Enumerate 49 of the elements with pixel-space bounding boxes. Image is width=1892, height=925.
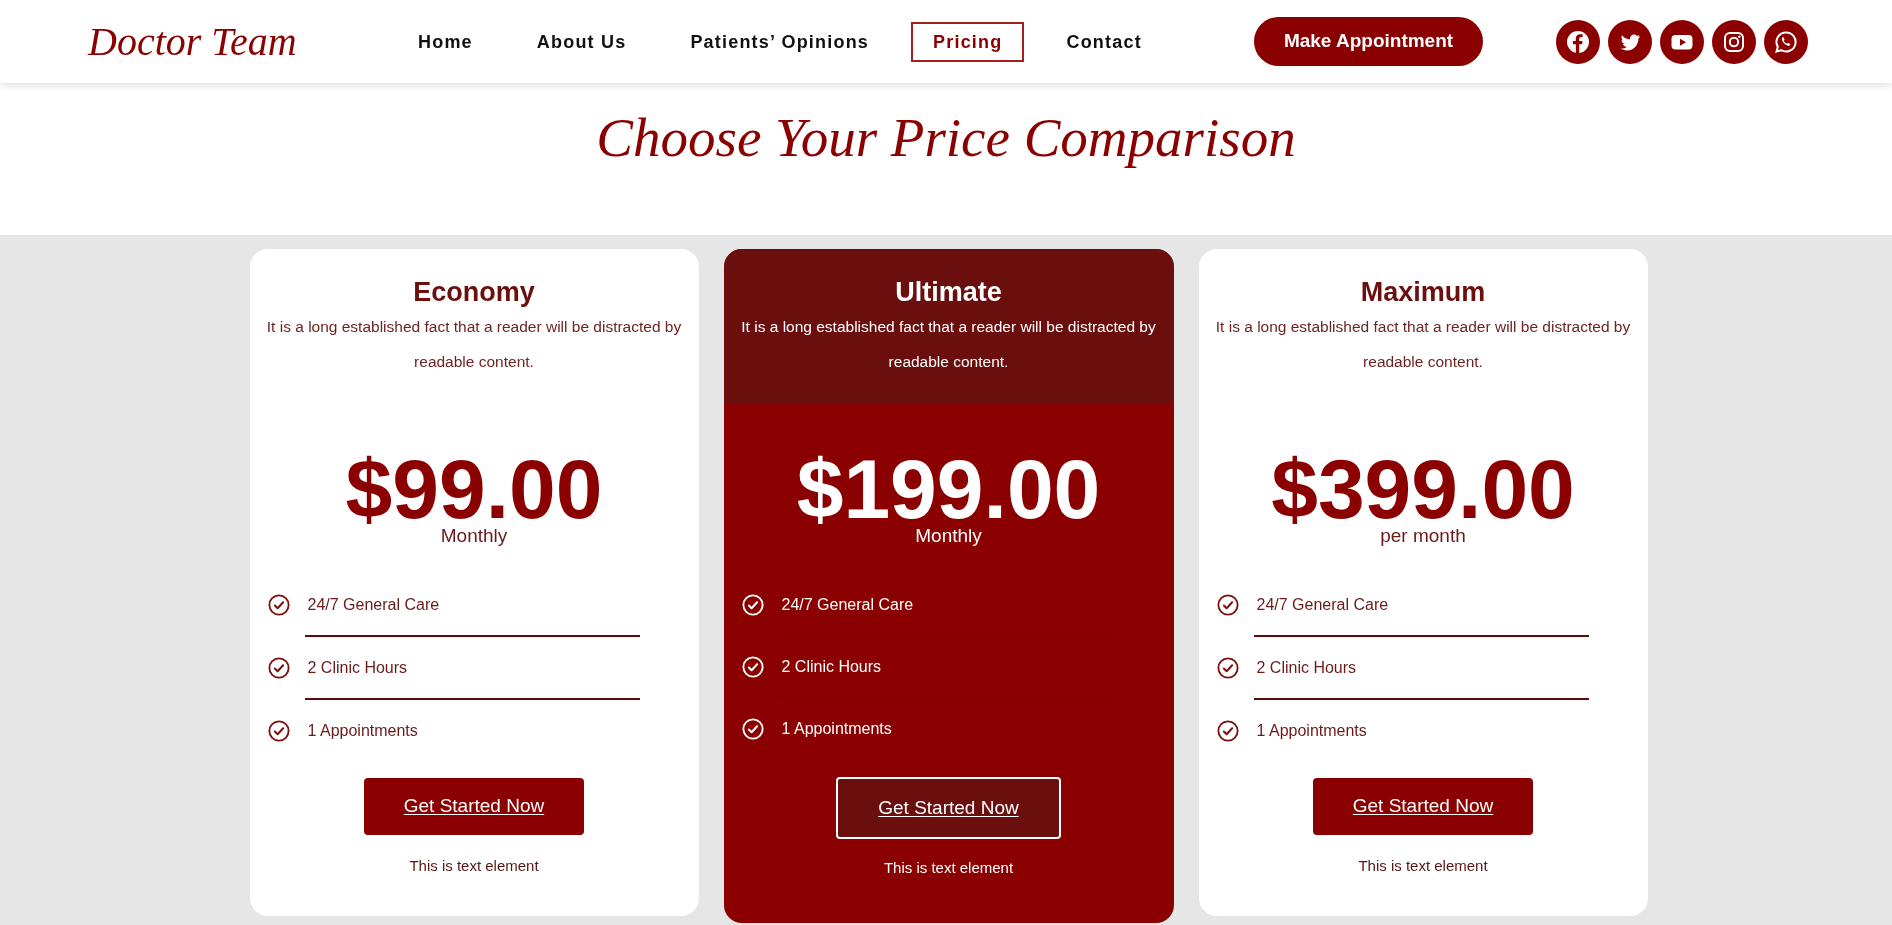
nav-link[interactable]: Patients’ Opinions: [668, 21, 892, 62]
feature-text: 2 Clinic Hours: [1256, 657, 1357, 678]
plan-name: Maximum: [1360, 276, 1486, 309]
feature-text: 1 Appointments: [307, 720, 418, 741]
check-circle-icon: [1216, 719, 1239, 742]
feature-text: 1 Appointments: [1256, 720, 1367, 741]
check-circle-icon: [741, 655, 764, 678]
nav-link[interactable]: Pricing: [911, 21, 1025, 62]
plan-price: $199.00: [796, 453, 1101, 525]
feature-text: 2 Clinic Hours: [781, 656, 882, 677]
check-circle-icon: [741, 593, 764, 616]
make-appointment-button[interactable]: Make Appointment: [1254, 17, 1483, 66]
check-circle-icon: [267, 656, 290, 679]
logo[interactable]: Doctor Team: [88, 18, 297, 65]
nav-link[interactable]: Home: [396, 21, 495, 62]
camera-icon[interactable]: [1712, 19, 1756, 64]
plan-note: This is text element: [1358, 856, 1488, 876]
bird-icon[interactable]: [1608, 19, 1652, 64]
play-button-icon[interactable]: [1660, 19, 1704, 64]
page-heading: Choose Your Price Comparison: [596, 106, 1296, 170]
get-started-button[interactable]: Get Started Now: [1313, 778, 1533, 835]
check-circle-icon: [1216, 656, 1239, 679]
nav-link[interactable]: About Us: [514, 21, 649, 62]
price-period: Monthly: [915, 527, 982, 545]
check-circle-icon: [1216, 593, 1239, 616]
feature-text: 24/7 General Care: [307, 594, 440, 615]
feature-text: 2 Clinic Hours: [307, 657, 408, 678]
plan-name: Ultimate: [895, 276, 1002, 309]
price-period: Monthly: [440, 527, 508, 545]
plan-price: $99.00: [345, 453, 603, 525]
facebook-icon[interactable]: [1556, 19, 1600, 64]
plan-price: $399.00: [1271, 453, 1575, 525]
price-period: per month: [1380, 527, 1466, 545]
plan-name: Economy: [413, 276, 535, 309]
plan-description: It is a long established fact that a reader will be distracted by readable content.: [265, 317, 683, 372]
nav-link[interactable]: Contact: [1044, 21, 1164, 62]
feature-text: 24/7 General Care: [781, 594, 914, 615]
chat-phone-icon[interactable]: [1764, 19, 1808, 64]
feature-text: 24/7 General Care: [1256, 594, 1389, 615]
plan-description: It is a long established fact that a reader will be distracted by readable content.: [740, 317, 1157, 372]
feature-text: 1 Appointments: [781, 718, 892, 739]
get-started-button[interactable]: Get Started Now: [836, 777, 1061, 839]
plan-note: This is text element: [409, 856, 539, 876]
plan-description: It is a long established fact that a reader will be distracted by readable content.: [1214, 317, 1632, 372]
check-circle-icon: [267, 593, 290, 616]
check-circle-icon: [741, 717, 764, 740]
check-circle-icon: [267, 719, 290, 742]
plan-note: This is text element: [883, 858, 1014, 878]
get-started-button[interactable]: Get Started Now: [364, 778, 584, 835]
